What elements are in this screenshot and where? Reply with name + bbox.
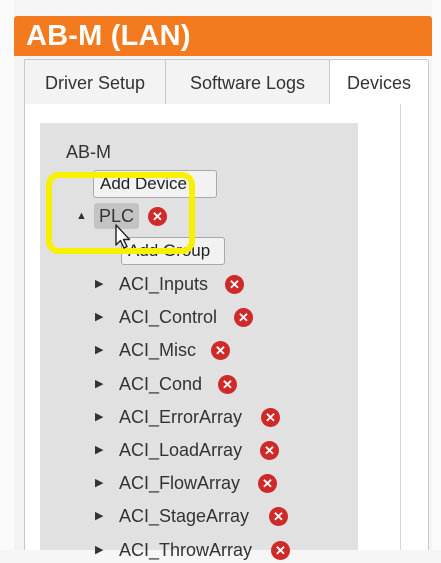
group-label: ACI_StageArray (119, 506, 250, 527)
group-label: ACI_Cond (119, 373, 203, 394)
tab-devices[interactable]: Devices (329, 59, 429, 105)
group-label: ACI_Control (119, 307, 218, 328)
expand-arrow-icon[interactable]: ▶ (95, 503, 103, 529)
window-title-bar: AB-M (LAN) (14, 16, 432, 56)
remove-group-icon[interactable]: ✕ (218, 374, 237, 394)
expand-arrow-icon[interactable]: ▶ (95, 470, 103, 496)
expand-arrow-icon[interactable]: ▶ (95, 337, 103, 363)
window-title: AB-M (LAN) (26, 20, 191, 52)
right-background (432, 0, 441, 550)
remove-group-icon[interactable]: ✕ (260, 441, 279, 460)
tree-root-label: AB-M (66, 142, 111, 162)
expand-arrow-icon[interactable]: ▶ (95, 404, 103, 430)
tab-software-logs[interactable]: Software Logs (165, 59, 330, 105)
group-label: ACI_Inputs (119, 274, 209, 294)
expand-arrow-icon[interactable]: ▶ (95, 437, 103, 463)
expand-arrow-icon[interactable]: ▶ (95, 271, 103, 297)
group-label: ACI_ErrorArray (119, 406, 243, 427)
group-label: ACI_LoadArray (119, 440, 243, 460)
group-label: ACI_FlowArray (119, 473, 241, 494)
remove-group-icon[interactable]: ✕ (271, 540, 290, 560)
content-divider (400, 104, 401, 550)
group-label: ACI_Misc (119, 340, 197, 361)
left-background (0, 0, 14, 550)
pointer-cursor-icon (115, 224, 131, 249)
expand-arrow-icon[interactable]: ▶ (95, 304, 103, 330)
tab-driver-setup[interactable]: Driver Setup (24, 59, 166, 105)
expand-arrow-icon[interactable]: ▶ (95, 371, 103, 397)
remove-group-icon[interactable]: ✕ (261, 407, 280, 427)
remove-group-icon[interactable]: ✕ (225, 275, 244, 294)
